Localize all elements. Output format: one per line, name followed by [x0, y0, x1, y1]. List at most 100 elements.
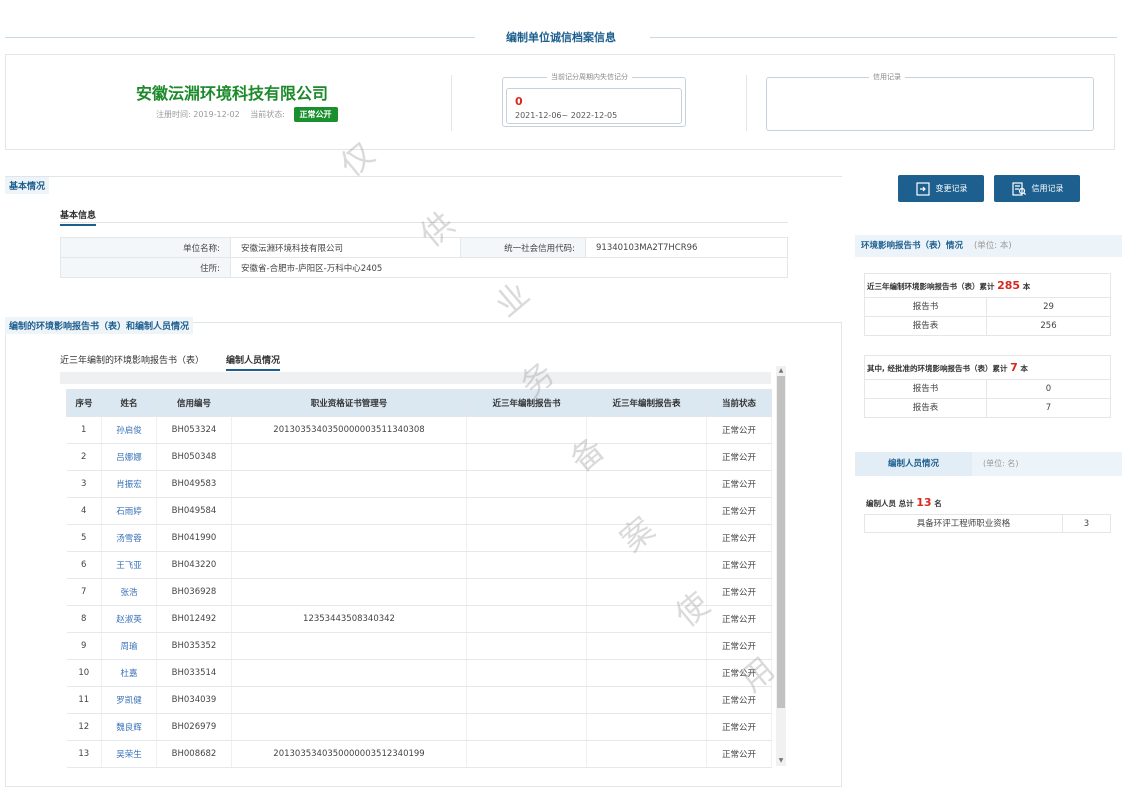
table-row: 2 吕娜娜 BH050348 正常公开: [66, 443, 772, 471]
certificate-number: [231, 497, 467, 525]
staff-name[interactable]: 杜嘉: [101, 659, 157, 687]
recent-reports-book: [466, 605, 587, 633]
company-header-card: 安徽沄淵环境科技有限公司 注册时间: 2019-12-02 当前状态: 正常公开…: [5, 54, 1115, 150]
staff-name[interactable]: 吕娜娜: [101, 443, 157, 471]
report-type: 报告表: [865, 399, 987, 417]
column-header: 当前状态: [706, 389, 772, 417]
staff-name[interactable]: 肖振宏: [101, 470, 157, 498]
staff-name[interactable]: 孙启俊: [101, 416, 157, 444]
table-scrollbar[interactable]: ▲ ▼: [776, 366, 786, 766]
table-row: 11 罗凯健 BH034039 正常公开: [66, 686, 772, 714]
row-index: 11: [66, 686, 102, 714]
report-row: 报告书 29: [865, 297, 1110, 316]
change-record-button[interactable]: 变更记录: [898, 175, 984, 202]
recent-reports-form: [586, 578, 707, 606]
report-count: 29: [1043, 302, 1054, 312]
staff-total-suffix: 名: [934, 499, 942, 508]
scroll-down-icon[interactable]: ▼: [777, 757, 785, 765]
scroll-up-icon[interactable]: ▲: [777, 367, 785, 375]
tab-underline: [60, 222, 788, 223]
staff-name[interactable]: 石雨婷: [101, 497, 157, 525]
status-badge: 正常公开: [293, 107, 338, 122]
staff-name[interactable]: 王飞亚: [101, 551, 157, 579]
table-row: 3 肖振宏 BH049583 正常公开: [66, 470, 772, 498]
score-box: 0 2021-12-06~ 2022-12-05: [506, 88, 682, 124]
certificate-number: [231, 551, 467, 579]
row-status: 正常公开: [706, 632, 772, 660]
report-total: 285: [997, 279, 1021, 292]
basic-section-title: 基本情况: [5, 177, 50, 194]
certificate-number: [231, 578, 467, 606]
row-status: 正常公开: [706, 686, 772, 714]
staff-name[interactable]: 张浩: [101, 578, 157, 606]
scroll-thumb[interactable]: [777, 376, 785, 708]
recent-reports-book: [466, 740, 587, 768]
row-index: 4: [66, 497, 102, 525]
row-status: 正常公开: [706, 524, 772, 552]
recent-reports-form: [586, 605, 707, 633]
staff-table: 序号 姓名 信用编号 职业资格证书管理号 近三年编制报告书 近三年编制报告表 当…: [66, 389, 772, 768]
column-header: 信用编号: [156, 389, 232, 417]
score-panel: 当前记分周期内失信记分 0 2021-12-06~ 2022-12-05: [502, 72, 686, 127]
recent-reports-form: [586, 632, 707, 660]
table-row: 8 赵淑英 BH012492 12353443508340342 正常公开: [66, 605, 772, 633]
staff-total: 13: [916, 496, 932, 509]
recent-reports-book: [466, 443, 587, 471]
tab-staff-panel[interactable]: 编制人员情况: [855, 452, 972, 476]
report-total-suffix: 本: [1022, 282, 1031, 291]
table-row: 1 孙启俊 BH053324 2013035340350000003511340308…: [66, 416, 772, 444]
staff-name[interactable]: 赵淑英: [101, 605, 157, 633]
certificate-number: 12353443508340342: [231, 605, 467, 633]
credit-number: BH036928: [156, 578, 232, 606]
credit-record-button[interactable]: 信用记录: [994, 175, 1080, 202]
table-row: 9 周瑜 BH035352 正常公开: [66, 632, 772, 660]
credit-number: BH034039: [156, 686, 232, 714]
report-type: 报告表: [865, 317, 987, 335]
recent-reports-form: [586, 551, 707, 579]
approved-summary-title: 其中, 经批准的环境影响报告书（表）累计 7 本: [865, 356, 1110, 379]
certificate-number: [231, 686, 467, 714]
row-status: 正常公开: [706, 470, 772, 498]
row-index: 6: [66, 551, 102, 579]
table-row: 7 张浩 BH036928 正常公开: [66, 578, 772, 606]
table-row: 4 石雨婷 BH049584 正常公开: [66, 497, 772, 525]
report-type: 报告书: [865, 298, 987, 316]
certificate-number: [231, 713, 467, 741]
recent-reports-book: [466, 524, 587, 552]
recent-reports-book: [466, 551, 587, 579]
tab-staff-info[interactable]: 编制人员情况: [226, 353, 281, 371]
tab-basic-info[interactable]: 基本信息: [60, 208, 97, 226]
recent-reports-book: [466, 659, 587, 687]
unit-name-label: 单位名称:: [60, 237, 231, 258]
staff-name[interactable]: 罗凯健: [101, 686, 157, 714]
recent-reports-form: [586, 524, 707, 552]
report-panel-header: 环境影响报告书（表）情况 (单位: 本): [855, 235, 1122, 257]
staff-total-prefix: 编制人员 总计: [866, 499, 914, 508]
tab-recent-reports[interactable]: 近三年编制的环境影响报告书（表）: [60, 353, 204, 366]
status-label: 当前状态:: [250, 110, 285, 119]
approved-summary-box: 其中, 经批准的环境影响报告书（表）累计 7 本 报告书 0 报告表 7: [864, 355, 1111, 418]
credit-number: BH026979: [156, 713, 232, 741]
recent-reports-form: [586, 416, 707, 444]
row-status: 正常公开: [706, 578, 772, 606]
certificate-number: [231, 659, 467, 687]
recent-reports-form: [586, 686, 707, 714]
credit-number: BH050348: [156, 443, 232, 471]
change-record-icon: [915, 181, 930, 196]
column-header: 近三年编制报告表: [586, 389, 707, 417]
qualification-value: 3: [1083, 519, 1090, 529]
credit-record-icon: [1011, 181, 1026, 196]
row-status: 正常公开: [706, 443, 772, 471]
report-row: 报告表 256: [865, 316, 1110, 335]
address-value: 安徽省-合肥市-庐阳区-万科中心2405: [230, 257, 788, 278]
staff-name[interactable]: 周瑜: [101, 632, 157, 660]
staff-name[interactable]: 汤雪蓉: [101, 524, 157, 552]
company-name: 安徽沄淵环境科技有限公司: [136, 84, 329, 103]
row-index: 8: [66, 605, 102, 633]
address-label: 住所:: [60, 257, 231, 278]
report-panel-title: 环境影响报告书（表）情况: [861, 241, 964, 251]
recent-reports-form: [586, 659, 707, 687]
row-index: 7: [66, 578, 102, 606]
staff-name[interactable]: 吴荣生: [101, 740, 157, 768]
staff-name[interactable]: 魏良辉: [101, 713, 157, 741]
